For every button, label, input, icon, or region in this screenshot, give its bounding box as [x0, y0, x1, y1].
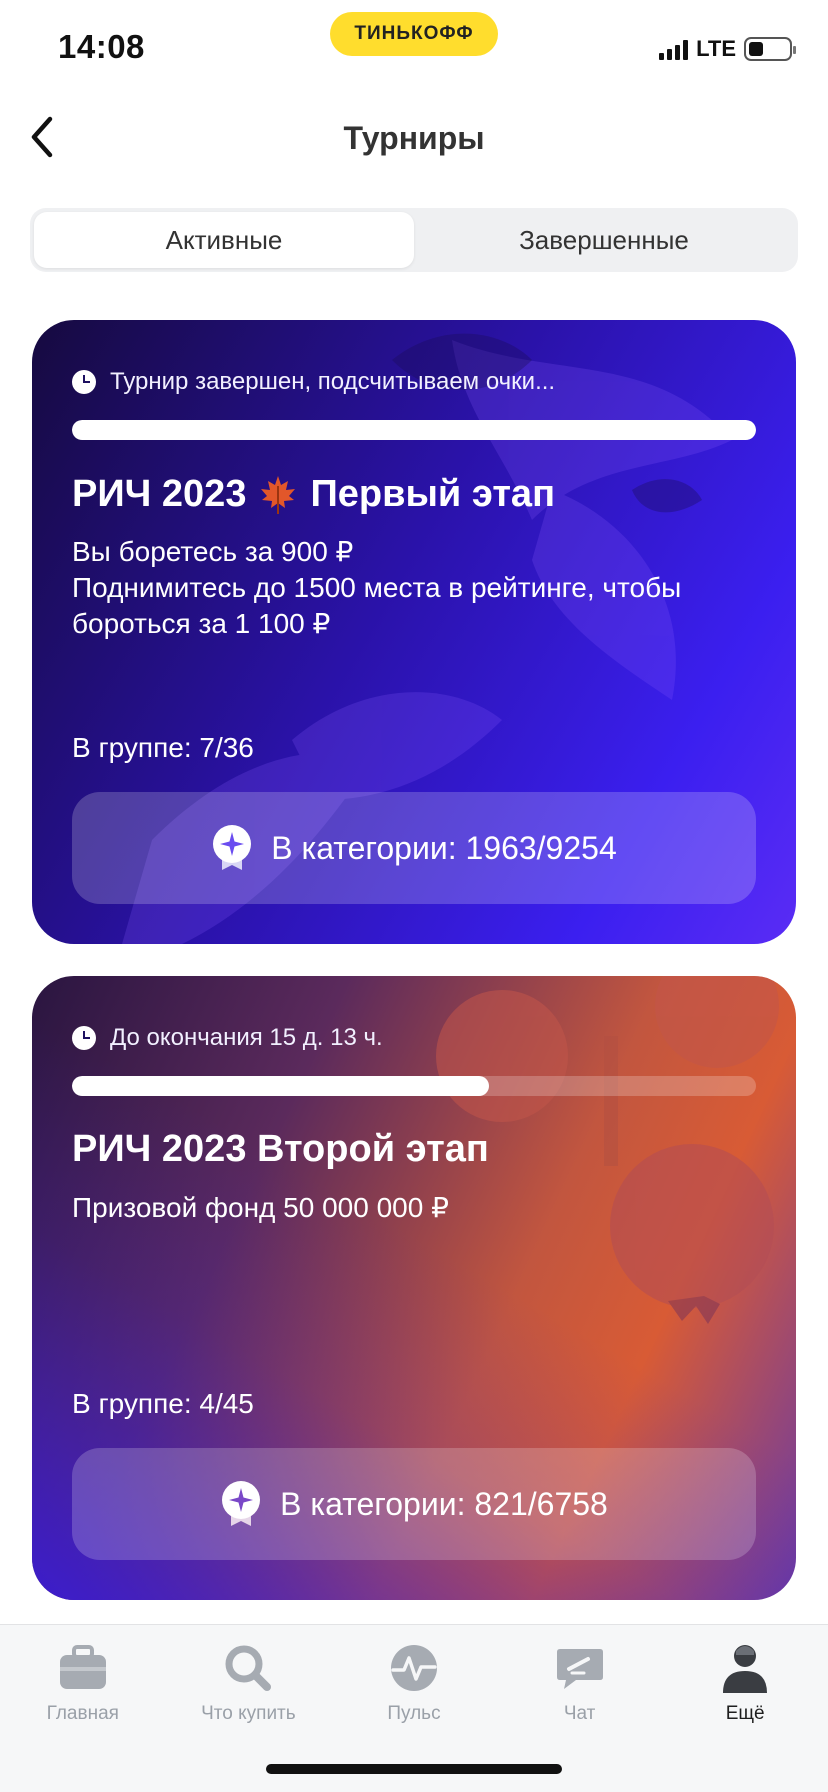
badge-icon: [213, 825, 252, 870]
tab-label: Что купить: [201, 1703, 296, 1724]
tab-home[interactable]: Главная: [0, 1625, 166, 1792]
category-rank-button[interactable]: В категории: 821/6758: [72, 1448, 756, 1560]
pulse-icon: [390, 1645, 437, 1691]
card-title-suffix: Первый этап: [310, 472, 556, 515]
tournament-card[interactable]: Турнир завершен, подсчитываем очки... РИ…: [32, 320, 796, 944]
home-indicator: [266, 1764, 562, 1774]
card-status: До окончания 15 д. 13 ч.: [72, 1024, 383, 1052]
card-desc-line: Призовой фонд 50 000 000 ₽: [72, 1192, 449, 1223]
tournament-card[interactable]: До окончания 15 д. 13 ч. РИЧ 2023 Второй…: [32, 976, 796, 1600]
profile-icon: [723, 1645, 768, 1693]
progress-bar: [72, 1076, 756, 1096]
tab-finished[interactable]: Завершенные: [414, 212, 794, 268]
clock-icon: [72, 370, 96, 394]
tab-label: Ещё: [725, 1703, 765, 1724]
chat-icon: [556, 1649, 603, 1689]
maple-leaf-icon: [261, 476, 296, 514]
card-desc-line: Поднимитесь до 1500 места в рейтинге, чт…: [72, 572, 682, 639]
card-status-text: Турнир завершен, подсчитываем очки...: [110, 368, 556, 395]
status-time: 14:08: [58, 28, 145, 65]
tab-label: Чат: [563, 1703, 596, 1724]
clock-icon: [72, 1026, 96, 1050]
tournament-tabs: Активные Завершенные: [30, 208, 798, 272]
category-rank-button[interactable]: В категории: 1963/9254: [72, 792, 756, 904]
card-title: РИЧ 2023 Второй этап: [72, 1128, 489, 1171]
badge-icon: [222, 1481, 261, 1526]
briefcase-icon: [59, 1645, 106, 1689]
group-rank: В группе: 7/36: [72, 732, 254, 763]
status-bar: 14:08 ТИНЬКОФФ LTE: [0, 0, 828, 100]
card-description: Призовой фонд 50 000 000 ₽: [72, 1190, 762, 1226]
card-desc-line: Вы боретесь за 900 ₽: [72, 536, 354, 567]
card-title: РИЧ 2023 Первый этап: [72, 472, 555, 516]
card-status-text: До окончания 15 д. 13 ч.: [110, 1024, 383, 1051]
status-indicators: LTE: [659, 36, 796, 62]
progress-fill: [72, 420, 756, 440]
card-description: Вы боретесь за 900 ₽ Поднимитесь до 1500…: [72, 534, 762, 642]
card-status: Турнир завершен, подсчитываем очки...: [72, 368, 555, 396]
tab-active[interactable]: Активные: [34, 212, 414, 268]
progress-fill: [72, 1076, 490, 1096]
network-type: LTE: [696, 36, 736, 61]
page-title: Турниры: [343, 120, 485, 156]
card-title-text: РИЧ 2023: [72, 472, 247, 515]
progress-bar: [72, 420, 756, 440]
tab-label: Пульс: [387, 1703, 441, 1724]
brand-pill: ТИНЬКОФФ: [330, 12, 498, 56]
signal-icon: [659, 38, 689, 60]
group-rank: В группе: 4/45: [72, 1388, 254, 1419]
battery-icon: [744, 37, 796, 61]
search-icon: [225, 1645, 272, 1691]
tab-label: Главная: [46, 1703, 119, 1724]
card-title-text: РИЧ 2023 Второй этап: [72, 1128, 489, 1170]
category-rank-text: В категории: 1963/9254: [271, 829, 617, 866]
tab-more[interactable]: Ещё: [662, 1625, 828, 1792]
category-rank-text: В категории: 821/6758: [280, 1485, 608, 1522]
